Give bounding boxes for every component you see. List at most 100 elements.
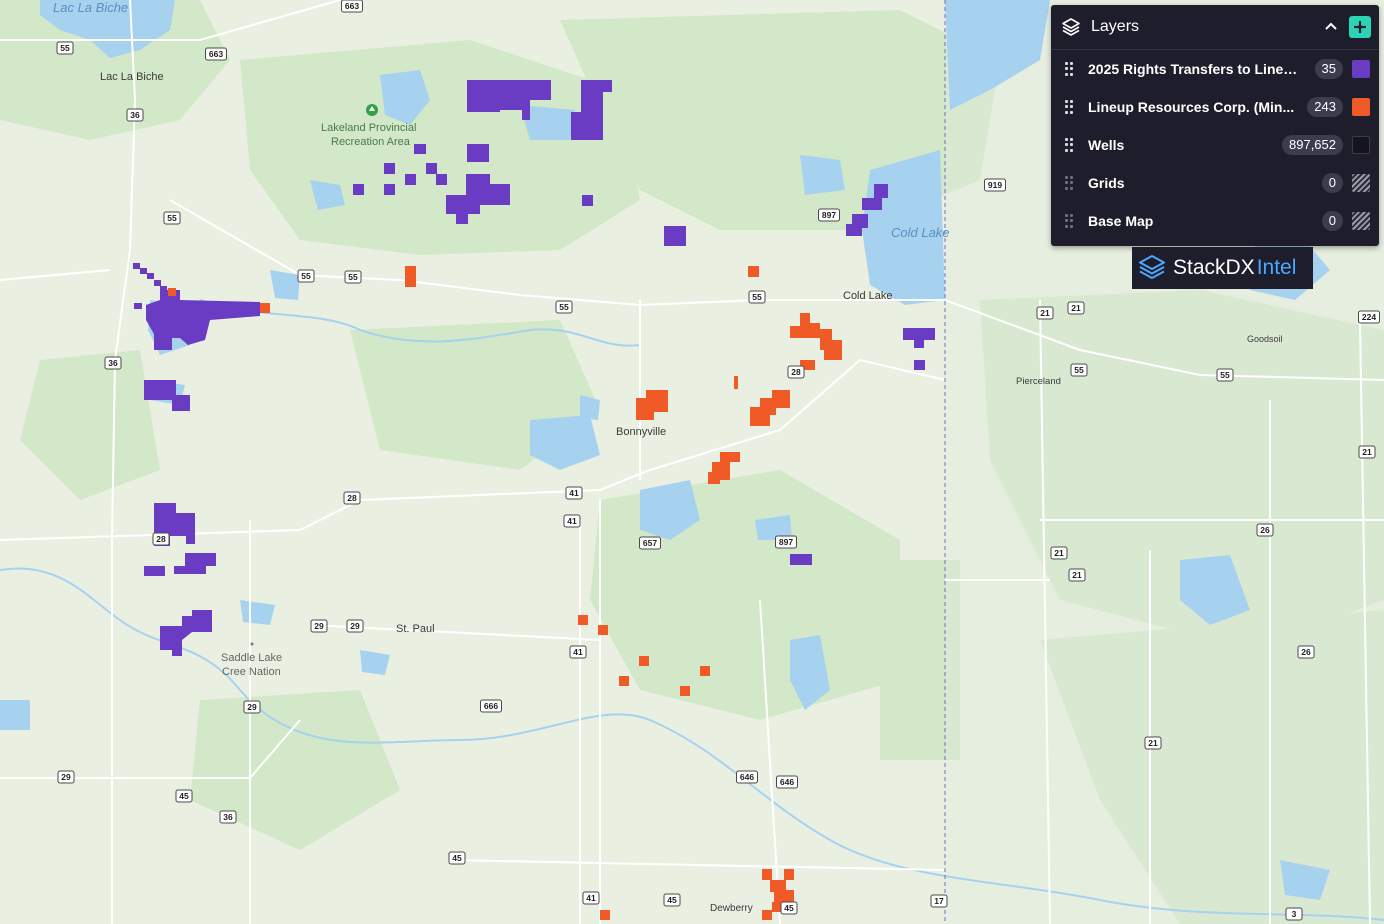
- highway-shield: 29: [243, 700, 261, 714]
- highway-shield: 21: [1036, 306, 1054, 320]
- layer-name: Grids: [1088, 175, 1125, 191]
- highway-shield: 21: [1144, 736, 1162, 750]
- label-lake-lac-la-biche: Lac La Biche: [53, 0, 128, 15]
- layer-pattern-swatch[interactable]: [1352, 174, 1370, 192]
- highway-shield: 646: [736, 770, 758, 784]
- drag-handle-icon[interactable]: [1065, 176, 1073, 190]
- brand-badge: StackDX Intel: [1132, 247, 1313, 289]
- layer-row-lineup-resources[interactable]: Lineup Resources Corp. (Min... 243: [1051, 88, 1379, 126]
- highway-shield: 55: [163, 211, 181, 225]
- layer-count-badge: 35: [1314, 59, 1343, 79]
- highway-shield: 17: [930, 894, 948, 908]
- plus-icon: [1354, 21, 1366, 33]
- layer-pattern-swatch[interactable]: [1352, 212, 1370, 230]
- label-goodsoil: Goodsoil: [1247, 334, 1283, 344]
- highway-number: 17: [934, 896, 944, 906]
- layer-color-swatch[interactable]: [1352, 136, 1370, 154]
- highway-shield: 55: [748, 290, 766, 304]
- highway-shield: 55: [1216, 368, 1234, 382]
- highway-shield: 26: [1297, 645, 1315, 659]
- highway-number: 55: [752, 292, 762, 302]
- label-bonnyville: Bonnyville: [616, 426, 666, 438]
- highway-number: 646: [780, 777, 794, 787]
- highway-number: 45: [452, 853, 462, 863]
- layer-count-badge: 897,652: [1282, 135, 1343, 155]
- highway-number: 897: [779, 537, 793, 547]
- layer-name: Lineup Resources Corp. (Min...: [1088, 99, 1295, 115]
- highway-number: 36: [108, 358, 118, 368]
- highway-shield: 41: [582, 891, 600, 905]
- highway-shield: 55: [1070, 363, 1088, 377]
- layer-row-grids[interactable]: Grids 0: [1051, 164, 1379, 202]
- highway-number: 36: [223, 812, 233, 822]
- highway-shield: 28: [343, 491, 361, 505]
- label-dewberry: Dewberry: [710, 903, 753, 914]
- highway-number: 657: [643, 538, 657, 548]
- highway-number: 28: [791, 367, 801, 377]
- drag-handle-icon[interactable]: [1065, 100, 1073, 114]
- layer-color-swatch[interactable]: [1352, 98, 1370, 116]
- highway-number: 41: [569, 488, 579, 498]
- highway-number: 55: [301, 271, 311, 281]
- highway-number: 919: [988, 180, 1002, 190]
- label-pierceland: Pierceland: [1016, 376, 1061, 387]
- highway-shield: 646: [776, 775, 798, 789]
- layer-row-wells[interactable]: Wells 897,652: [1051, 126, 1379, 164]
- highway-number: 663: [209, 49, 223, 59]
- highway-shield: 36: [104, 356, 122, 370]
- highway-shield: 41: [563, 514, 581, 528]
- highway-number: 45: [179, 791, 189, 801]
- highway-number: 41: [567, 516, 577, 526]
- brand-sub: Intel: [1256, 256, 1297, 279]
- highway-number: 26: [1260, 525, 1270, 535]
- highway-shield: 29: [57, 770, 75, 784]
- layer-row-rights-transfers[interactable]: 2025 Rights Transfers to Lineup 35: [1051, 50, 1379, 88]
- highway-number: 29: [61, 772, 71, 782]
- highway-number: 21: [1072, 570, 1082, 580]
- highway-number: 26: [1301, 647, 1311, 657]
- layer-row-base-map[interactable]: Base Map 0: [1051, 202, 1379, 240]
- highway-shield: 36: [126, 108, 144, 122]
- highway-number: 21: [1071, 303, 1081, 313]
- highway-shield: 21: [1067, 301, 1085, 315]
- highway-shield: 45: [663, 893, 681, 907]
- chevron-up-icon[interactable]: [1323, 18, 1339, 34]
- highway-shield: 55: [297, 269, 315, 283]
- add-layer-button[interactable]: [1349, 16, 1371, 38]
- highway-number: 21: [1054, 548, 1064, 558]
- drag-handle-icon[interactable]: [1065, 214, 1073, 228]
- highway-shield: 45: [175, 789, 193, 803]
- highway-shield: 45: [780, 901, 798, 915]
- highway-number: 55: [559, 302, 569, 312]
- highway-shield: 919: [984, 178, 1006, 192]
- layers-icon: [1062, 18, 1080, 36]
- label-cold-lake-town: Cold Lake: [843, 290, 893, 302]
- highway-number: 29: [314, 621, 324, 631]
- label-st-paul: St. Paul: [396, 623, 435, 635]
- highway-number: 3: [1292, 909, 1297, 919]
- drag-handle-icon[interactable]: [1065, 62, 1073, 76]
- layer-name: Base Map: [1088, 213, 1154, 229]
- highway-shield: 28: [152, 532, 170, 546]
- highway-number: 224: [1362, 312, 1376, 322]
- highway-shield: 55: [344, 270, 362, 284]
- layers-panel: Layers 2025 Rights Transfers to Lineup 3…: [1051, 5, 1379, 246]
- highway-shield: 55: [555, 300, 573, 314]
- layer-count-badge: 0: [1321, 211, 1343, 231]
- highway-number: 55: [60, 43, 70, 53]
- highway-shield: 41: [569, 645, 587, 659]
- drag-handle-icon[interactable]: [1065, 138, 1073, 152]
- highway-number: 55: [348, 272, 358, 282]
- highway-shield: 21: [1050, 546, 1068, 560]
- highway-number: 55: [1220, 370, 1230, 380]
- highway-shield: 26: [1256, 523, 1274, 537]
- highway-shield: 21: [1068, 568, 1086, 582]
- highway-number: 663: [345, 1, 359, 11]
- label-lake-cold-lake: Cold Lake: [891, 225, 950, 240]
- layer-name: 2025 Rights Transfers to Lineup: [1088, 61, 1300, 77]
- highway-number: 55: [1074, 365, 1084, 375]
- highway-shield: 29: [310, 619, 328, 633]
- highway-shield: 897: [775, 535, 797, 549]
- stackdx-logo-icon: [1139, 255, 1165, 279]
- layer-color-swatch[interactable]: [1352, 60, 1370, 78]
